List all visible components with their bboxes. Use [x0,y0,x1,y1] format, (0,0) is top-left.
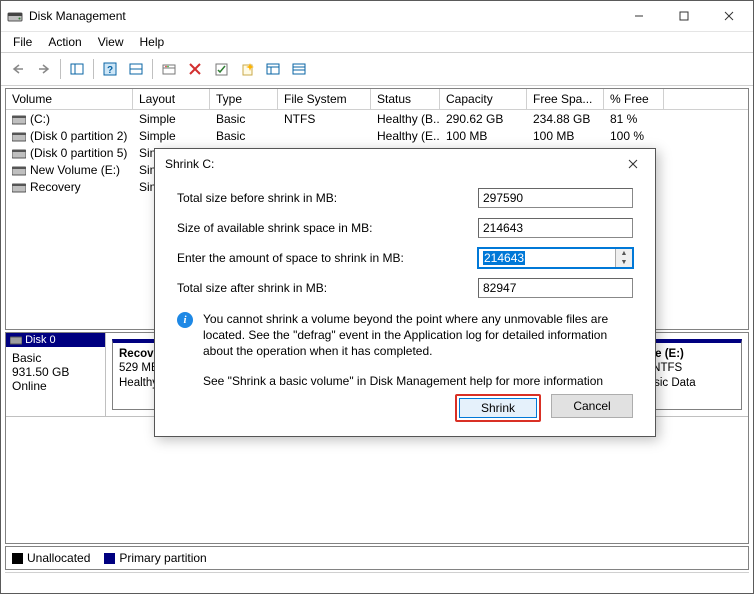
info-icon: i [177,312,193,328]
minimize-button[interactable] [616,2,661,30]
shrink-amount-input[interactable]: 214643 ▲▼ [478,248,633,268]
disk-type: Basic [12,351,99,365]
disk-state: Online [12,379,99,393]
toolbar: ? [1,53,753,86]
spin-down-icon[interactable]: ▼ [616,258,632,267]
cancel-button[interactable]: Cancel [551,394,633,418]
label-total-after: Total size after shrink in MB: [177,281,478,295]
legend: Unallocated Primary partition [5,546,749,570]
legend-unallocated: Unallocated [12,551,90,565]
disk-name: Disk 0 [25,334,56,346]
show-hide-button[interactable] [65,57,89,81]
col-pct[interactable]: % Free [604,89,664,109]
new-icon[interactable] [235,57,259,81]
disk-size: 931.50 GB [12,365,99,379]
list-icon[interactable] [287,57,311,81]
info-message: i You cannot shrink a volume beyond the … [177,311,633,360]
label-enter-amount: Enter the amount of space to shrink in M… [177,251,478,265]
volume-row[interactable]: (C:)SimpleBasicNTFSHealthy (B...290.62 G… [6,110,748,127]
label-available: Size of available shrink space in MB: [177,221,478,235]
col-capacity[interactable]: Capacity [440,89,527,109]
layout-icon[interactable] [124,57,148,81]
legend-primary: Primary partition [104,551,206,565]
shrink-button[interactable]: Shrink [459,398,537,418]
menu-action[interactable]: Action [40,33,89,51]
col-volume[interactable]: Volume [6,89,133,109]
volume-header: Volume Layout Type File System Status Ca… [6,89,748,110]
dialog-titlebar: Shrink C: [155,149,655,179]
refresh-icon[interactable] [261,57,285,81]
menubar: File Action View Help [1,32,753,53]
spinner-buttons[interactable]: ▲▼ [615,249,632,267]
menu-view[interactable]: View [90,33,132,51]
window-title: Disk Management [29,9,616,23]
field-total-before: 297590 [478,188,633,208]
menu-file[interactable]: File [5,33,40,51]
disk-management-window: Disk Management File Action View Help ? … [0,0,754,594]
back-button[interactable] [6,57,30,81]
app-icon [7,8,23,24]
field-available: 214643 [478,218,633,238]
field-total-after: 82947 [478,278,633,298]
dialog-close-button[interactable] [613,150,653,178]
shrink-dialog: Shrink C: Total size before shrink in MB… [154,148,656,437]
disk-label[interactable]: Disk 0 Basic 931.50 GB Online [6,333,106,416]
settings-icon[interactable] [157,57,181,81]
svg-text:?: ? [107,65,113,76]
forward-button[interactable] [32,57,56,81]
delete-icon[interactable] [183,57,207,81]
shrink-button-highlight: Shrink [455,394,541,422]
dialog-title: Shrink C: [165,157,613,171]
help-icon[interactable]: ? [98,57,122,81]
col-status[interactable]: Status [371,89,440,109]
menu-help[interactable]: Help [132,33,173,51]
spin-up-icon[interactable]: ▲ [616,249,632,258]
close-button[interactable] [706,2,751,30]
titlebar: Disk Management [1,1,753,32]
label-total-before: Total size before shrink in MB: [177,191,478,205]
col-type[interactable]: Type [210,89,278,109]
maximize-button[interactable] [661,2,706,30]
col-filesystem[interactable]: File System [278,89,371,109]
help-text: See "Shrink a basic volume" in Disk Mana… [177,374,633,388]
properties-icon[interactable] [209,57,233,81]
volume-row[interactable]: (Disk 0 partition 2)SimpleBasicHealthy (… [6,127,748,144]
statusbar [5,572,749,593]
col-free[interactable]: Free Spa... [527,89,604,109]
col-layout[interactable]: Layout [133,89,210,109]
